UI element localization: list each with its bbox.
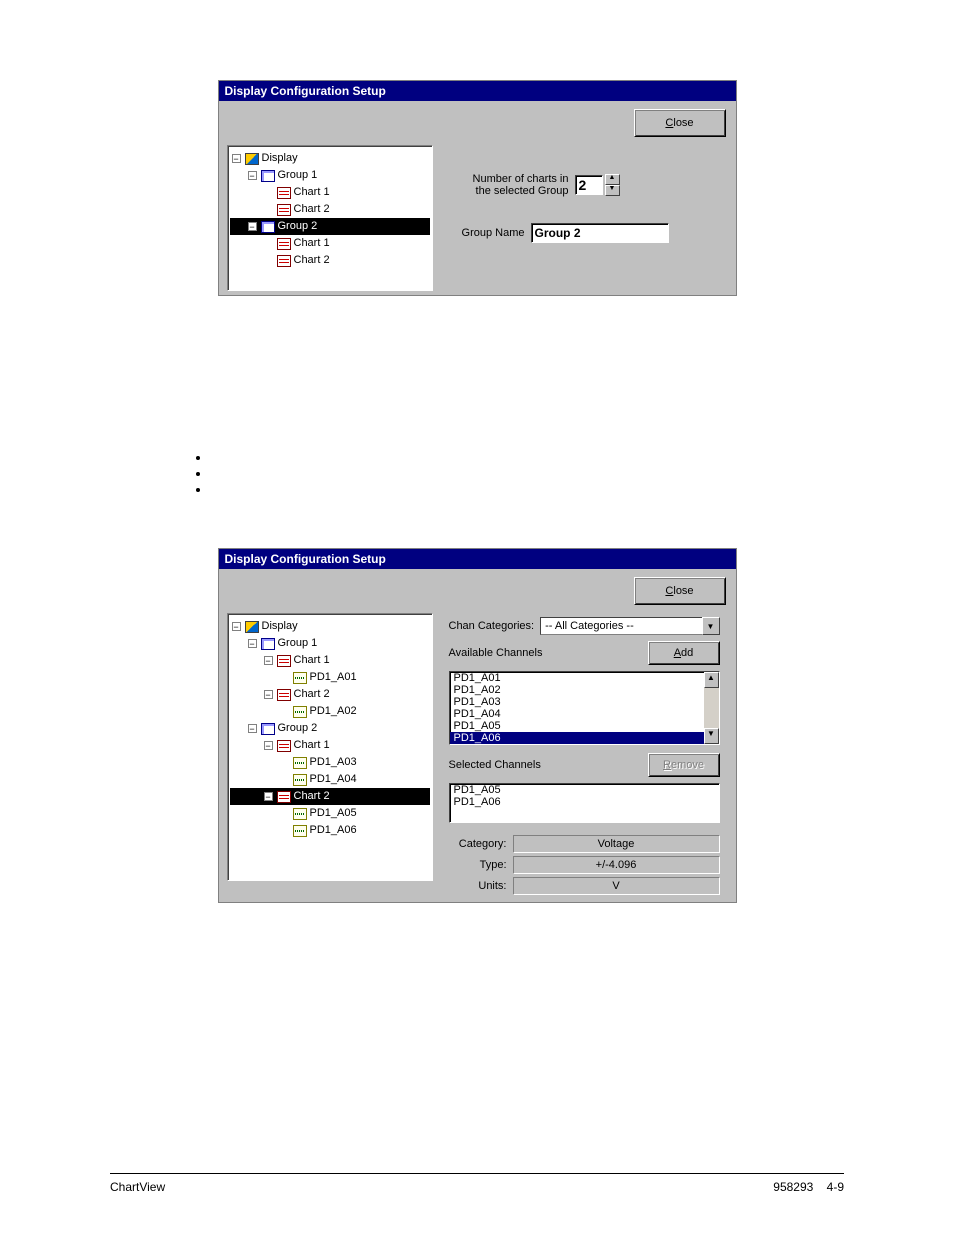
chevron-down-icon[interactable]: ▼ [702,617,720,635]
channel-icon [293,706,307,718]
spinner-down[interactable]: ▼ [605,185,620,196]
tree-node-g1-chart1[interactable]: Chart 1 [230,184,430,201]
channel-icon [293,757,307,769]
display-icon [245,153,259,165]
group-icon [261,723,275,735]
chart-icon [277,655,291,667]
display-icon [245,621,259,633]
footer-left: ChartView [110,1180,165,1194]
tree-node-group1[interactable]: −Group 1 [230,167,430,184]
available-channels-label: Available Channels [449,647,543,659]
tree-node-g1-chart2[interactable]: Chart 2 [230,201,430,218]
chan-categories-dropdown[interactable]: -- All Categories -- ▼ [540,617,719,635]
footer-right: 958293 4-9 [773,1180,844,1194]
tree-node-g2-chart2[interactable]: Chart 2 [230,252,430,269]
group-icon [261,638,275,650]
list-item[interactable]: PD1_A04 [450,708,704,720]
tree-node-group2-selected[interactable]: −Group 2 [230,218,430,235]
tree-node-g2c2-chA[interactable]: PD1_A05 [230,805,430,822]
chart-icon [277,255,291,267]
scrollbar[interactable]: ▲ ▼ [704,672,719,744]
display-config-dialog-chart: Display Configuration Setup Close −Displ… [218,548,737,903]
tree-node-g1c1[interactable]: −Chart 1 [230,652,430,669]
tree-node-g2-chart1[interactable]: Chart 1 [230,235,430,252]
tree-node-g1c2[interactable]: −Chart 2 [230,686,430,703]
tree-node-group2[interactable]: −Group 2 [230,720,430,737]
tree-node-g2c1-chA[interactable]: PD1_A03 [230,754,430,771]
channel-icon [293,808,307,820]
category-label: Category: [449,838,507,850]
bullet-list-placeholder [0,446,954,518]
page-footer: ChartView 958293 4-9 [0,1180,954,1194]
group-icon [261,221,275,233]
close-button[interactable]: Close [634,109,726,137]
num-charts-input[interactable]: 2 [575,175,603,195]
channel-icon [293,825,307,837]
list-item[interactable]: PD1_A02 [450,684,704,696]
chart-icon [277,740,291,752]
add-button[interactable]: Add [648,641,720,665]
spinner-up[interactable]: ▲ [605,174,620,185]
channel-icon [293,672,307,684]
scroll-down[interactable]: ▼ [704,728,719,744]
scroll-up[interactable]: ▲ [704,672,719,688]
tree-node-display[interactable]: −Display [230,618,430,635]
group-name-label: Group Name [449,227,525,239]
footer-rule [110,1173,844,1174]
num-charts-spinner[interactable]: ▲ ▼ [605,174,620,196]
units-value: V [513,877,720,895]
tree-node-g2c2-selected[interactable]: −Chart 2 [230,788,430,805]
tree-node-g2c2-chB[interactable]: PD1_A06 [230,822,430,839]
tree-view[interactable]: −Display −Group 1 Chart 1 Chart 2 −Group… [227,145,433,291]
group-icon [261,170,275,182]
selected-channels-label: Selected Channels [449,759,541,771]
type-label: Type: [449,859,507,871]
num-charts-label: Number of charts in [449,173,569,185]
available-channels-list[interactable]: PD1_A01PD1_A02PD1_A03PD1_A04PD1_A05PD1_A… [449,671,720,745]
category-value: Voltage [513,835,720,853]
tree-node-g1c2-ch[interactable]: PD1_A02 [230,703,430,720]
list-item[interactable]: PD1_A01 [450,672,704,684]
chart-icon [277,187,291,199]
close-button[interactable]: Close [634,577,726,605]
chart-icon [277,238,291,250]
tree-node-display[interactable]: −Display [230,150,430,167]
chart-icon [277,791,291,803]
list-item[interactable]: PD1_A06 [450,732,704,744]
channel-icon [293,774,307,786]
list-item[interactable]: PD1_A05 [450,720,704,732]
list-item[interactable]: PD1_A05 [450,784,719,796]
dialog-title: Display Configuration Setup [219,549,736,569]
tree-node-g1c1-ch[interactable]: PD1_A01 [230,669,430,686]
units-label: Units: [449,880,507,892]
remove-button[interactable]: Remove [648,753,720,777]
display-config-dialog-group: Display Configuration Setup Close −Displ… [218,80,737,296]
type-value: +/-4.096 [513,856,720,874]
num-charts-label-2: the selected Group [449,185,569,197]
chan-categories-label: Chan Categories: [449,620,535,632]
selected-channels-list[interactable]: PD1_A05PD1_A06 [449,783,720,823]
tree-view[interactable]: −Display −Group 1 −Chart 1 PD1_A01 −Char… [227,613,433,881]
group-name-input[interactable]: Group 2 [531,223,669,243]
chart-icon [277,204,291,216]
tree-node-group1[interactable]: −Group 1 [230,635,430,652]
tree-node-g2c1-chB[interactable]: PD1_A04 [230,771,430,788]
list-item[interactable]: PD1_A03 [450,696,704,708]
list-item[interactable]: PD1_A06 [450,796,719,808]
tree-node-g2c1[interactable]: −Chart 1 [230,737,430,754]
dialog-title: Display Configuration Setup [219,81,736,101]
chart-icon [277,689,291,701]
